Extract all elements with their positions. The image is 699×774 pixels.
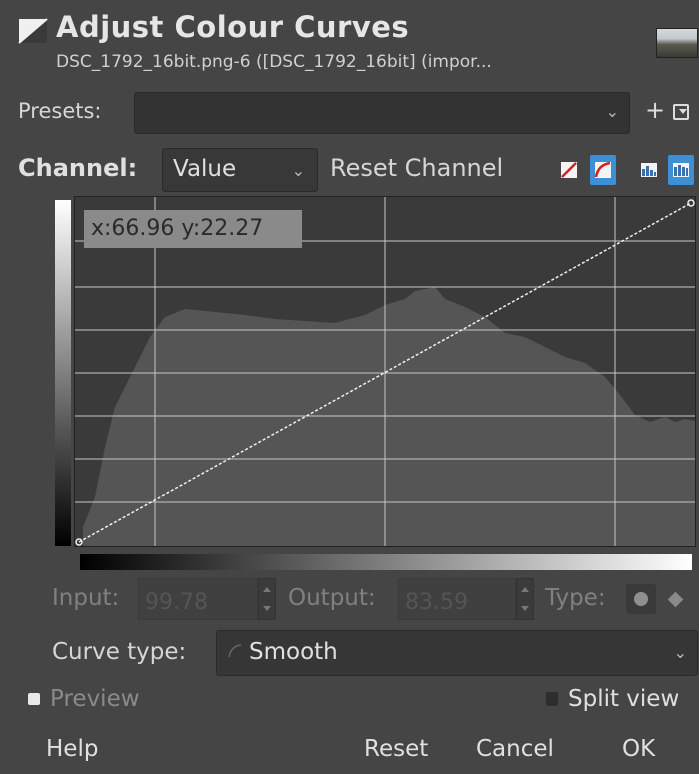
output-value-field[interactable] [398, 578, 516, 620]
input-spin-buttons[interactable] [258, 578, 276, 620]
input-gradient-bar [80, 554, 692, 570]
preview-checkbox[interactable] [28, 693, 40, 705]
presets-dropdown[interactable]: ⌄ [134, 92, 630, 134]
output-gradient-bar [55, 200, 71, 546]
input-value-field[interactable] [138, 578, 258, 620]
dialog-subtitle: DSC_1792_16bit.png-6 ([DSC_1792_16bit] (… [56, 52, 492, 72]
preset-menu-icon[interactable] [673, 104, 689, 120]
chevron-down-icon: ⌄ [605, 102, 619, 121]
corner-point-button[interactable] [664, 588, 686, 610]
chevron-down-icon: ⌄ [291, 161, 305, 180]
linear-histogram-icon [641, 163, 657, 177]
coordinates-readout: x:66.96 y:22.27 [84, 210, 302, 248]
curve-type-dropdown[interactable]: Smooth ⌄ [216, 630, 698, 676]
circle-icon [634, 592, 648, 606]
presets-label: Presets: [18, 99, 102, 123]
channel-label: Channel: [18, 154, 138, 182]
add-preset-button[interactable]: + [645, 96, 665, 124]
curve-canvas [75, 197, 695, 546]
logarithmic-curve-button[interactable] [590, 155, 616, 185]
linear-curve-icon [561, 162, 577, 178]
split-view-label: Split view [568, 686, 680, 712]
output-spin-buttons[interactable] [516, 578, 534, 620]
cancel-button[interactable]: Cancel [476, 736, 554, 762]
split-view-checkbox[interactable] [546, 692, 558, 706]
dialog-title: Adjust Colour Curves [56, 10, 410, 44]
help-button[interactable]: Help [46, 736, 98, 762]
curve-graph[interactable] [74, 196, 696, 547]
input-label: Input: [52, 585, 120, 611]
curves-tool-icon [18, 18, 48, 44]
logarithmic-histogram-icon [673, 163, 689, 177]
channel-value: Value [173, 156, 237, 182]
linear-histogram-button[interactable] [636, 155, 662, 185]
logarithmic-curve-icon [594, 161, 611, 178]
image-thumbnail [656, 28, 698, 58]
logarithmic-histogram-button[interactable] [668, 155, 694, 185]
diamond-icon [667, 591, 683, 607]
reset-channel-button[interactable]: Reset Channel [330, 154, 503, 182]
output-label: Output: [288, 585, 376, 611]
type-label: Type: [545, 585, 606, 611]
chevron-down-icon: ⌄ [673, 643, 687, 662]
preview-label: Preview [50, 686, 140, 712]
channel-dropdown[interactable]: Value ⌄ [162, 148, 318, 192]
curve-type-value: Smooth [249, 639, 338, 665]
reset-button[interactable]: Reset [364, 736, 428, 762]
smooth-curve-icon [228, 644, 242, 658]
curve-type-label: Curve type: [52, 639, 187, 665]
linear-curve-button[interactable] [556, 155, 582, 185]
ok-button[interactable]: OK [622, 736, 655, 762]
smooth-point-button[interactable] [626, 584, 656, 614]
